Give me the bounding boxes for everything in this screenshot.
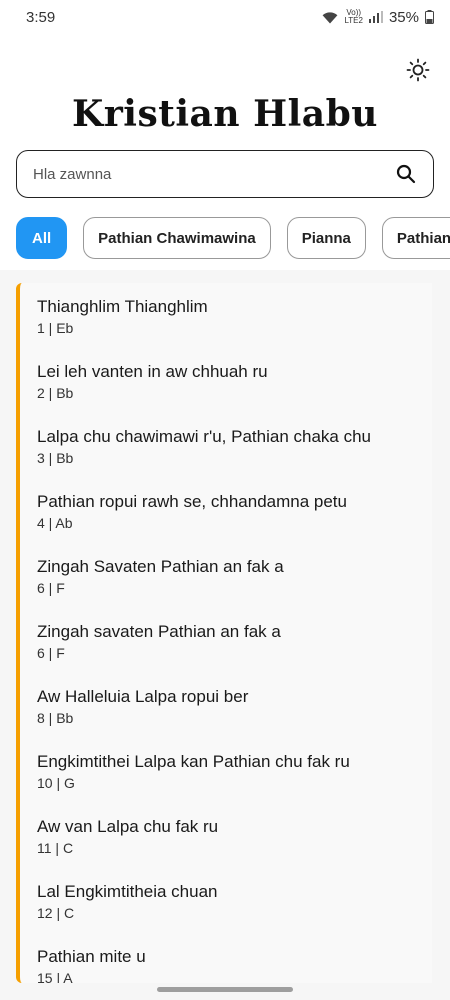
sun-icon xyxy=(406,58,430,87)
song-title: Zingah savaten Pathian an fak a xyxy=(37,622,281,641)
wifi-icon xyxy=(322,11,338,24)
song-title: Zingah Savaten Pathian an fak a xyxy=(37,557,284,576)
song-title: Pathian ropui rawh se, chhandamna petu xyxy=(37,492,347,511)
song-meta: 1 | Eb xyxy=(37,320,74,336)
app-title: Kristian Hlabu xyxy=(72,93,378,135)
battery-percent: 35% xyxy=(388,8,419,26)
song-meta: 11 | C xyxy=(37,840,74,856)
song-meta: 12 | C xyxy=(37,905,75,921)
song-meta: 10 | G xyxy=(37,775,75,791)
list-item[interactable]: Thianghlim Thianghlim 1 | Eb xyxy=(20,283,432,361)
song-meta: 15 | A xyxy=(37,970,73,983)
chip-pathian-chawimawina[interactable]: Pathian Chawimawina xyxy=(83,217,271,259)
battery-icon xyxy=(425,10,434,24)
song-title: Lal Engkimtitheia chuan xyxy=(37,882,218,901)
theme-toggle-button[interactable] xyxy=(402,56,434,88)
list-item[interactable]: Zingah savaten Pathian an fak a 6 | F xyxy=(20,621,432,686)
list-item[interactable]: Zingah Savaten Pathian an fak a 6 | F xyxy=(20,556,432,621)
song-meta: 6 | F xyxy=(37,580,65,596)
search-box[interactable] xyxy=(16,150,434,198)
list-item[interactable]: Lalpa chu chawimawi r'u, Pathian chaka c… xyxy=(20,426,432,491)
list-item[interactable]: Lal Engkimtitheia chuan 12 | C xyxy=(20,881,432,946)
search-icon[interactable] xyxy=(395,163,417,185)
song-meta: 2 | Bb xyxy=(37,385,74,401)
song-title: Thianghlim Thianghlim xyxy=(37,297,208,316)
song-title: Lei leh vanten in aw chhuah ru xyxy=(37,362,268,381)
song-title: Lalpa chu chawimawi r'u, Pathian chaka c… xyxy=(37,427,371,446)
song-title: Aw Halleluia Lalpa ropui ber xyxy=(37,687,249,706)
list-item[interactable]: Lei leh vanten in aw chhuah ru 2 | Bb xyxy=(20,361,432,426)
song-title: Engkimtithei Lalpa kan Pathian chu fak r… xyxy=(37,752,350,771)
chip-all[interactable]: All xyxy=(16,217,68,259)
home-indicator[interactable] xyxy=(157,987,293,992)
song-meta: 6 | F xyxy=(37,645,65,661)
list-item[interactable]: Pathian ropui rawh se, chhandamna petu 4… xyxy=(20,491,432,556)
song-list: Thianghlim Thianghlim 1 | Eb Lei leh van… xyxy=(16,283,432,983)
status-time: 3:59 xyxy=(26,8,56,26)
chip-pathian[interactable]: Pathian xyxy=(381,217,450,259)
song-meta: 3 | Bb xyxy=(37,450,74,466)
song-meta: 8 | Bb xyxy=(37,710,74,726)
list-item[interactable]: Aw Halleluia Lalpa ropui ber 8 | Bb xyxy=(20,686,432,751)
list-item[interactable]: Pathian mite u 15 | A xyxy=(20,946,432,983)
status-bar: 3:59 Vo)) LTE2 35% xyxy=(0,0,450,34)
search-input[interactable] xyxy=(33,165,395,183)
song-meta: 4 | Ab xyxy=(37,515,73,531)
signal-icon xyxy=(368,11,383,23)
list-item[interactable]: Aw van Lalpa chu fak ru 11 | C xyxy=(20,816,432,881)
song-title: Pathian mite u xyxy=(37,947,146,966)
chip-pianna[interactable]: Pianna xyxy=(286,217,366,259)
filter-chips: All Pathian Chawimawina Pianna Pathian xyxy=(16,217,450,261)
list-item[interactable]: Engkimtithei Lalpa kan Pathian chu fak r… xyxy=(20,751,432,816)
screen: 3:59 Vo)) LTE2 35% Kristian Hlabu Hla za… xyxy=(0,0,450,1000)
song-title: Aw van Lalpa chu fak ru xyxy=(37,817,219,836)
status-icons: Vo)) LTE2 35% xyxy=(322,9,434,26)
volte-icon: Vo)) LTE2 xyxy=(344,8,363,25)
